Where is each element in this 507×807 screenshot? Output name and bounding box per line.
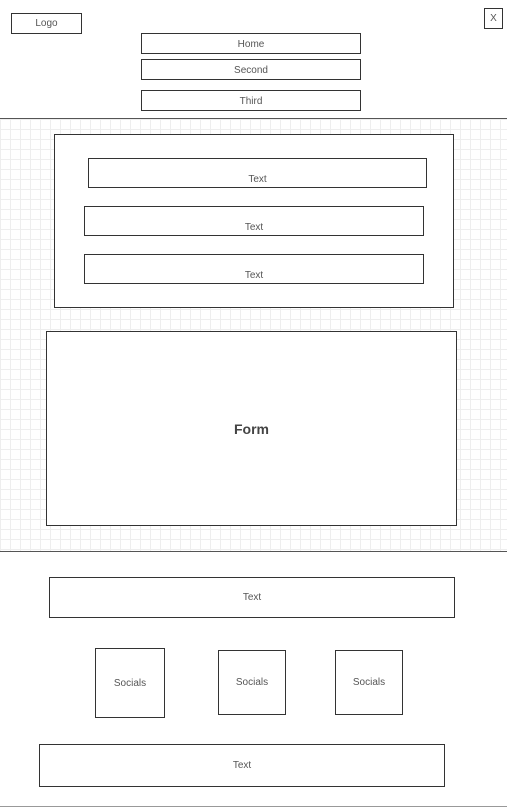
socials-button-3[interactable]: Socials xyxy=(335,650,403,715)
logo[interactable]: Logo xyxy=(11,13,82,34)
nav-third[interactable]: Third xyxy=(141,90,361,111)
nav-home[interactable]: Home xyxy=(141,33,361,54)
footer-text-top: Text xyxy=(49,577,455,618)
close-button[interactable]: X xyxy=(484,8,503,29)
form[interactable]: Form xyxy=(46,331,457,526)
form-label: Form xyxy=(234,420,269,437)
socials-button-1[interactable]: Socials xyxy=(95,648,165,718)
footer-divider xyxy=(0,551,507,552)
text-item-1[interactable]: Text xyxy=(88,158,427,188)
text-item-3[interactable]: Text xyxy=(84,254,424,284)
text-item-2[interactable]: Text xyxy=(84,206,424,236)
socials-button-2[interactable]: Socials xyxy=(218,650,286,715)
nav-second[interactable]: Second xyxy=(141,59,361,80)
footer-text-bottom: Text xyxy=(39,744,445,787)
